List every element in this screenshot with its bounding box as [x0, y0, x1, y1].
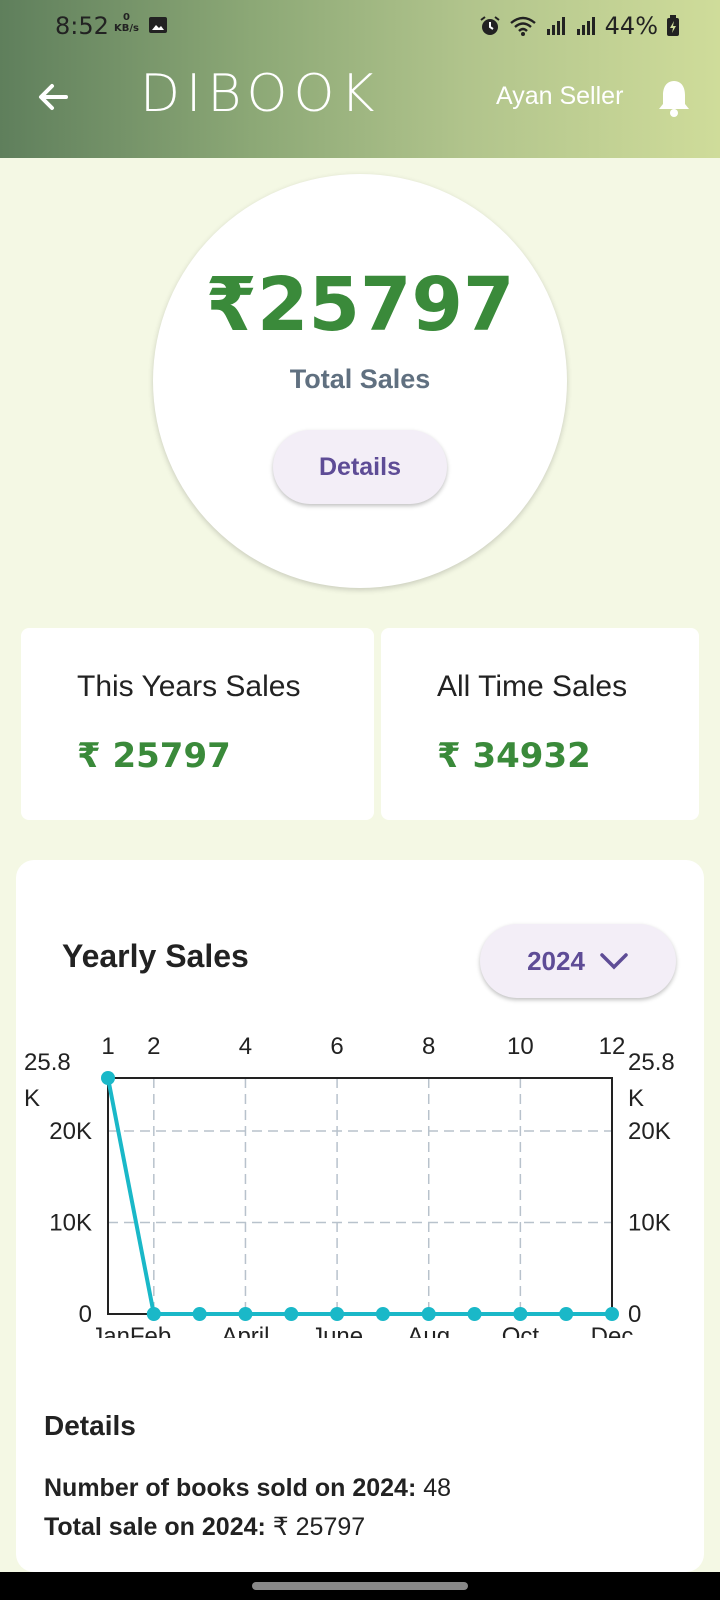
books-sold-label: Number of books sold on 2024: — [44, 1474, 417, 1502]
top-tick-label: 8 — [422, 1033, 435, 1060]
books-sold-value: 48 — [423, 1474, 452, 1502]
chevron-down-icon — [600, 953, 628, 970]
battery-percent: 44% — [604, 12, 658, 40]
data-point — [330, 1307, 345, 1321]
wifi-icon — [509, 16, 536, 36]
home-handle[interactable] — [252, 1582, 468, 1590]
y-tick-label-right: 0 — [628, 1301, 641, 1328]
card-title: All Time Sales — [437, 670, 628, 703]
app-logo: DIBOOK — [140, 64, 381, 124]
status-bar: 8:52 0 KB/s 44% — [0, 0, 720, 52]
signal-icon-2 — [576, 17, 595, 35]
total-sales-circle: ₹25797 Total Sales Details — [153, 174, 567, 588]
sales-line — [106, 1077, 612, 1316]
data-point — [192, 1307, 207, 1321]
user-name[interactable]: Ayan Seller — [496, 82, 623, 111]
total-sale-value: ₹ 25797 — [272, 1513, 366, 1541]
yearly-sales-title: Yearly Sales — [62, 938, 249, 974]
bottom-tick-label: Feb — [130, 1323, 171, 1338]
y-tick-label-left: 25.8 — [24, 1049, 71, 1076]
data-point — [238, 1307, 253, 1321]
top-tick-label: 12 — [599, 1033, 626, 1060]
total-sales-label: Total Sales — [289, 364, 431, 394]
bottom-tick-label: Dec — [591, 1323, 634, 1338]
card-value: ₹ 25797 — [77, 736, 231, 776]
status-icons: 44% — [479, 12, 680, 40]
y-tick-label-left: 10K — [49, 1210, 92, 1237]
y-tick-label-right: 25.8 — [628, 1049, 675, 1076]
alarm-icon — [480, 16, 500, 35]
image-icon — [149, 17, 167, 33]
back-arrow-icon[interactable] — [34, 78, 72, 116]
data-point — [146, 1307, 161, 1321]
y-tick-label-left: 0 — [79, 1301, 92, 1328]
battery-icon — [667, 15, 679, 36]
data-point — [375, 1307, 390, 1321]
this-year-sales-card: This Years Sales ₹ 25797 — [21, 628, 374, 820]
total-sale-label: Total sale on 2024: — [44, 1513, 266, 1541]
yearly-sales-card: Yearly Sales 2024 1 2 4 6 8 10 12 Jan Feb April Ju… — [16, 860, 704, 1572]
top-tick-label: 10 — [507, 1033, 534, 1060]
data-point — [421, 1307, 436, 1321]
bottom-tick-label: June — [311, 1323, 363, 1338]
plot-border — [107, 1077, 613, 1315]
data-point — [605, 1307, 619, 1321]
details-heading: Details — [44, 1410, 136, 1441]
system-nav-bar — [0, 1572, 720, 1600]
bottom-tick-label: Jan — [91, 1323, 130, 1338]
y-tick-label-right: K — [628, 1085, 644, 1112]
year-dropdown[interactable]: 2024 — [480, 924, 676, 998]
y-tick-label-left: 20K — [49, 1118, 92, 1145]
data-point — [513, 1307, 528, 1321]
status-time: 8:52 — [55, 12, 109, 40]
data-point — [559, 1307, 574, 1321]
signal-icon-1 — [546, 17, 565, 35]
books-sold-line: Number of books sold on 2024: 48 — [44, 1474, 451, 1503]
y-tick-label-left: K — [24, 1085, 40, 1112]
data-point — [284, 1307, 299, 1321]
top-tick-label: 2 — [147, 1033, 160, 1060]
y-tick-label-right: 20K — [628, 1118, 671, 1145]
details-button[interactable]: Details — [273, 430, 447, 504]
top-tick-label: 1 — [101, 1033, 114, 1060]
total-sale-line: Total sale on 2024: ₹ 25797 — [44, 1512, 365, 1542]
y-tick-label-right: 10K — [628, 1210, 671, 1237]
card-title: This Years Sales — [77, 670, 301, 703]
top-tick-label: 4 — [239, 1033, 252, 1060]
top-tick-label: 6 — [330, 1033, 343, 1060]
card-value: ₹ 34932 — [437, 736, 591, 776]
data-point — [467, 1307, 482, 1321]
network-speed: 0 KB/s — [114, 12, 139, 34]
bottom-tick-label: April — [221, 1323, 269, 1338]
all-time-sales-card: All Time Sales ₹ 34932 — [381, 628, 699, 820]
bottom-tick-label: Oct — [502, 1323, 540, 1338]
selected-year: 2024 — [527, 945, 585, 976]
yearly-sales-chart: 1 2 4 6 8 10 12Jan Feb April June Aug Oct Dec0 010K 10… — [24, 1033, 675, 1338]
data-point — [101, 1071, 115, 1085]
total-sales-amount: ₹25797 — [205, 262, 515, 348]
bottom-tick-label: Aug — [407, 1323, 450, 1338]
notification-bell-icon[interactable] — [656, 78, 692, 118]
